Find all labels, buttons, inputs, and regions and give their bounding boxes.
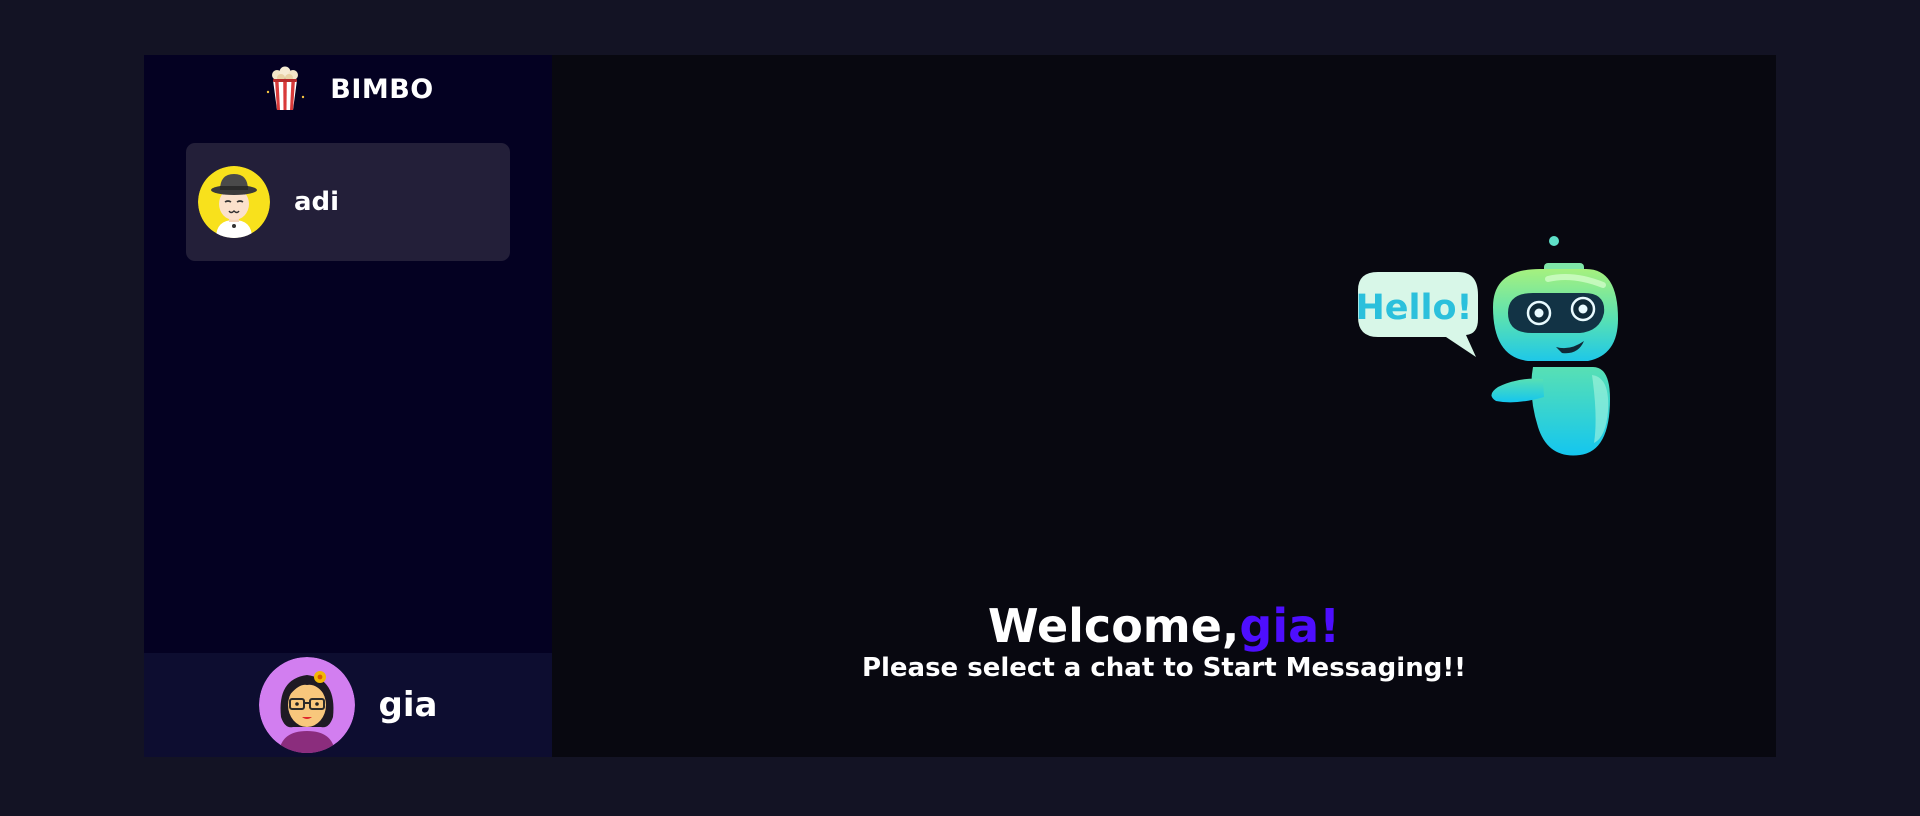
welcome-prefix: Welcome, — [987, 599, 1240, 653]
contact-list: adi — [144, 121, 552, 653]
contact-name: adi — [294, 187, 340, 217]
welcome-subtitle: Please select a chat to Start Messaging!… — [861, 653, 1467, 683]
contact-item-adi[interactable]: adi — [186, 143, 510, 261]
chat-app-container: BIMBO adi gia Hello! Welcome,gia! Please… — [144, 55, 1776, 757]
welcome-title: Welcome,gia! — [552, 599, 1776, 653]
popcorn-icon — [262, 66, 308, 112]
current-user-panel: gia — [144, 653, 552, 757]
welcome-panel: Hello! Welcome,gia! Please select a chat… — [552, 55, 1776, 757]
brand-header: BIMBO — [144, 55, 552, 121]
welcome-message: Welcome,gia! Please select a chat to Sta… — [552, 599, 1776, 683]
woman-with-glasses-avatar-icon — [258, 657, 355, 753]
robot-bubble-text: Hello! — [1355, 288, 1472, 328]
man-with-hat-avatar-icon — [198, 166, 270, 238]
sidebar: BIMBO adi gia — [144, 55, 552, 757]
hello-robot-illustration: Hello! — [1355, 236, 1618, 456]
welcome-username: gia! — [1239, 599, 1341, 653]
brand-name: BIMBO — [330, 73, 434, 105]
current-user-name: gia — [378, 685, 438, 725]
